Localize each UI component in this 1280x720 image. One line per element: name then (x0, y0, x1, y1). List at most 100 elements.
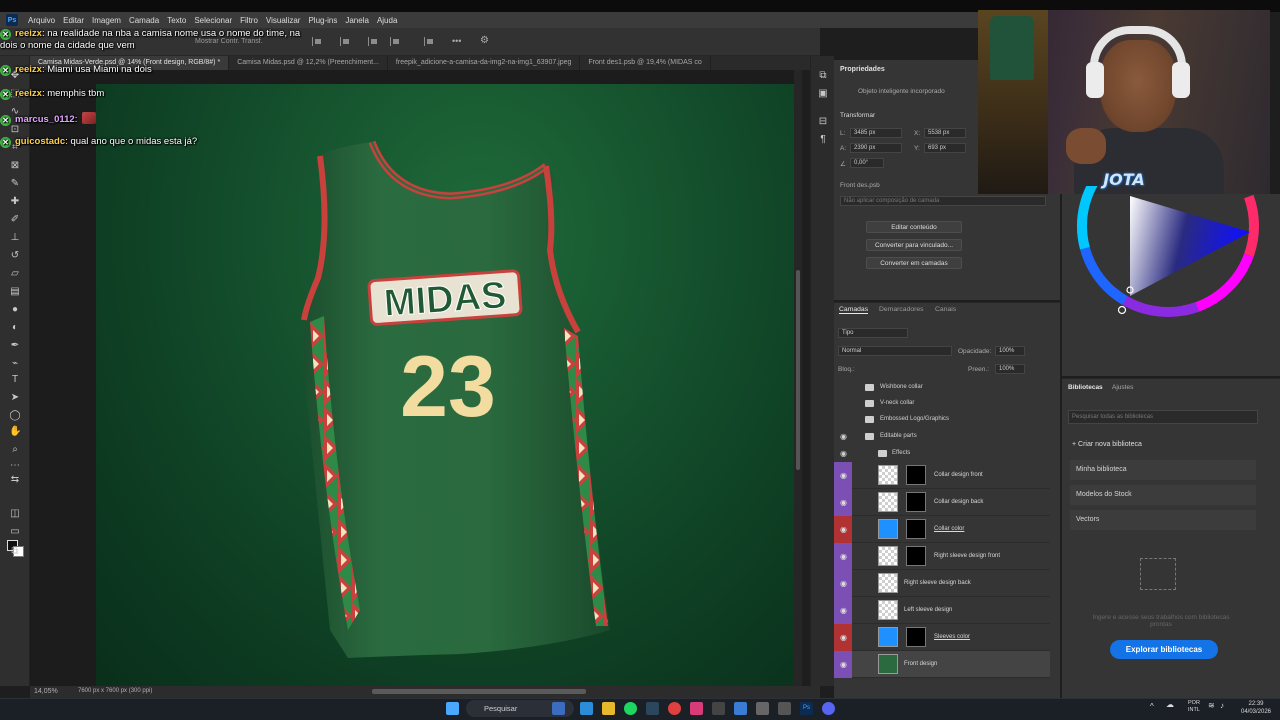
layer-comp-select[interactable]: Não aplicar composição de camada (840, 196, 1046, 206)
blur-tool-icon[interactable]: ● (9, 304, 21, 316)
steam-icon[interactable] (646, 702, 659, 715)
properties-panel-icon[interactable]: ⧉ (817, 70, 829, 82)
menu-imagem[interactable]: Imagem (88, 16, 125, 25)
type-tool-icon[interactable]: T (9, 374, 21, 386)
tab-paths[interactable]: Demarcadores (879, 306, 924, 313)
photoshop-taskbar-icon[interactable]: Ps (800, 702, 813, 715)
layer-group-wishbone[interactable]: Wishbone collar (834, 380, 1050, 396)
store-icon[interactable] (734, 702, 747, 715)
eye-icon[interactable]: ◉ (840, 525, 847, 534)
extras-icon[interactable]: ⧉ (9, 546, 21, 558)
more-tools-icon[interactable]: ⋯ (9, 460, 21, 472)
layer-row[interactable]: ◉ Collar color (834, 516, 1050, 543)
edit-content-button[interactable]: Editar conteúdo (866, 221, 962, 233)
eye-icon[interactable]: ◉ (840, 432, 847, 441)
pen-path-icon[interactable]: ⌁ (9, 358, 21, 370)
library-item-minha[interactable]: Minha biblioteca (1070, 460, 1256, 480)
eye-icon[interactable]: ◉ (840, 579, 847, 588)
app2-icon[interactable] (778, 702, 791, 715)
gear-icon[interactable]: ⚙ (480, 35, 489, 46)
height-field[interactable]: 2390 px (850, 143, 902, 153)
canvas-area[interactable]: MIDAS 23 (30, 70, 794, 686)
tab-freepik[interactable]: freepik_adicione-a-camisa-da-img2-na-img… (388, 56, 581, 70)
clock[interactable]: 22:39 04/03/2026 (1236, 700, 1276, 716)
layer-row[interactable]: ◉ Sleeves color (834, 624, 1050, 651)
swap-colors-icon[interactable]: ⇆ (9, 474, 21, 486)
app-icon[interactable] (690, 702, 703, 715)
stamp-tool-icon[interactable]: ⊥ (9, 232, 21, 244)
tab-libraries[interactable]: Bibliotecas (1068, 384, 1103, 391)
zoom-level[interactable]: 14,05% (34, 688, 58, 695)
layer-row[interactable]: ◉ Left sleeve design (834, 597, 1050, 624)
create-library-button[interactable]: + Criar nova biblioteca (1072, 441, 1142, 448)
tab-front-des1[interactable]: Front des1.psb @ 19,4% (MIDAS co (580, 56, 711, 70)
photoshop-logo-icon[interactable]: Ps (6, 14, 18, 26)
menu-visualizar[interactable]: Visualizar (262, 16, 305, 25)
gradient-tool-icon[interactable]: ▤ (9, 286, 21, 298)
menu-editar[interactable]: Editar (59, 16, 88, 25)
windows-start-icon[interactable] (446, 702, 459, 715)
frame-tool-icon[interactable]: ⊠ (9, 160, 21, 172)
language-indicator[interactable]: POR INTL (1188, 700, 1200, 714)
menu-arquivo[interactable]: Arquivo (24, 16, 59, 25)
vertical-scroll-thumb[interactable] (796, 270, 800, 470)
eye-icon[interactable]: ◉ (840, 633, 847, 642)
menu-camada[interactable]: Camada (125, 16, 163, 25)
blend-mode-select[interactable]: Normal (838, 346, 952, 356)
explore-libraries-button[interactable]: Explorar bibliotecas (1110, 640, 1218, 659)
tab-layers[interactable]: Camadas (839, 306, 869, 314)
more-options-icon[interactable]: ••• (452, 36, 461, 46)
layer-row-selected[interactable]: ◉ Front design (834, 651, 1050, 678)
layer-row[interactable]: ◉ Collar design front (834, 462, 1050, 489)
eraser-tool-icon[interactable]: ▱ (9, 268, 21, 280)
layer-row[interactable]: ◉ Right sleeve design front (834, 543, 1050, 570)
library-item-vectors[interactable]: Vectors (1070, 510, 1256, 530)
library-search-input[interactable]: Pesquisar todas as bibliotecas (1068, 410, 1258, 424)
layer-group-editable[interactable]: ◉ Editable parts (834, 429, 1050, 445)
eyedropper-tool-icon[interactable]: ✎ (9, 178, 21, 190)
spotify-icon[interactable] (624, 702, 637, 715)
hand-tool-icon[interactable]: ✋ (9, 426, 21, 438)
color-wheel[interactable] (1070, 186, 1266, 330)
folder-icon[interactable] (602, 702, 615, 715)
pen-tool-icon[interactable]: ✒ (9, 340, 21, 352)
healing-tool-icon[interactable]: ✚ (9, 196, 21, 208)
layer-group-vneck[interactable]: V-neck collar (834, 396, 1050, 412)
history-brush-icon[interactable]: ↺ (9, 250, 21, 262)
library-item-stock[interactable]: Modelos do Stock (1070, 485, 1256, 505)
brush-tool-icon[interactable]: ✐ (9, 214, 21, 226)
eye-icon[interactable]: ◉ (840, 660, 847, 669)
layer-row[interactable]: ◉ Collar design back (834, 489, 1050, 516)
gear-icon[interactable] (756, 702, 769, 715)
eye-icon[interactable]: ◉ (840, 552, 847, 561)
comments-panel-icon[interactable]: ▣ (817, 88, 829, 100)
convert-linked-button[interactable]: Converter para vinculado... (866, 239, 962, 251)
layer-filter-select[interactable]: Tipo (838, 328, 908, 338)
horizontal-scroll-thumb[interactable] (372, 689, 586, 694)
layer-group-effects[interactable]: ◉ Effects (834, 446, 1050, 462)
tray-chevron-icon[interactable]: ^ (1150, 702, 1154, 711)
hue-picker-handle[interactable] (1117, 305, 1127, 315)
angle-field[interactable]: 0,00° (850, 158, 884, 168)
tab-channels[interactable]: Canais (935, 306, 956, 313)
align-middle-icon[interactable] (390, 37, 400, 46)
menu-filtro[interactable]: Filtro (236, 16, 262, 25)
zoom-tool-icon[interactable]: ⌕ (9, 444, 21, 456)
menu-janela[interactable]: Janela (341, 16, 373, 25)
menu-ajuda[interactable]: Ajuda (373, 16, 401, 25)
eye-icon[interactable]: ◉ (840, 471, 847, 480)
width-field[interactable]: 3485 px (850, 128, 902, 138)
convert-layers-button[interactable]: Converter em camadas (866, 257, 962, 269)
tray-icon[interactable]: ☁ (1166, 700, 1174, 709)
edge-icon[interactable] (580, 702, 593, 715)
menu-plugins[interactable]: Plug-ins (304, 16, 341, 25)
align-center-icon[interactable] (340, 37, 350, 46)
dodge-tool-icon[interactable]: ◐ (9, 322, 21, 334)
layer-group-embossed[interactable]: Embossed Logo/Graphics (834, 412, 1050, 428)
opacity-field[interactable]: 100% (995, 346, 1025, 356)
history-panel-icon[interactable]: ⊟ (817, 116, 829, 128)
quick-mask-icon[interactable]: ◫ (9, 508, 21, 520)
tab-adjustments[interactable]: Ajustes (1112, 384, 1133, 391)
screen-mode-icon[interactable]: ▭ (9, 526, 21, 538)
layer-row[interactable]: ◉ Right sleeve design back (834, 570, 1050, 597)
